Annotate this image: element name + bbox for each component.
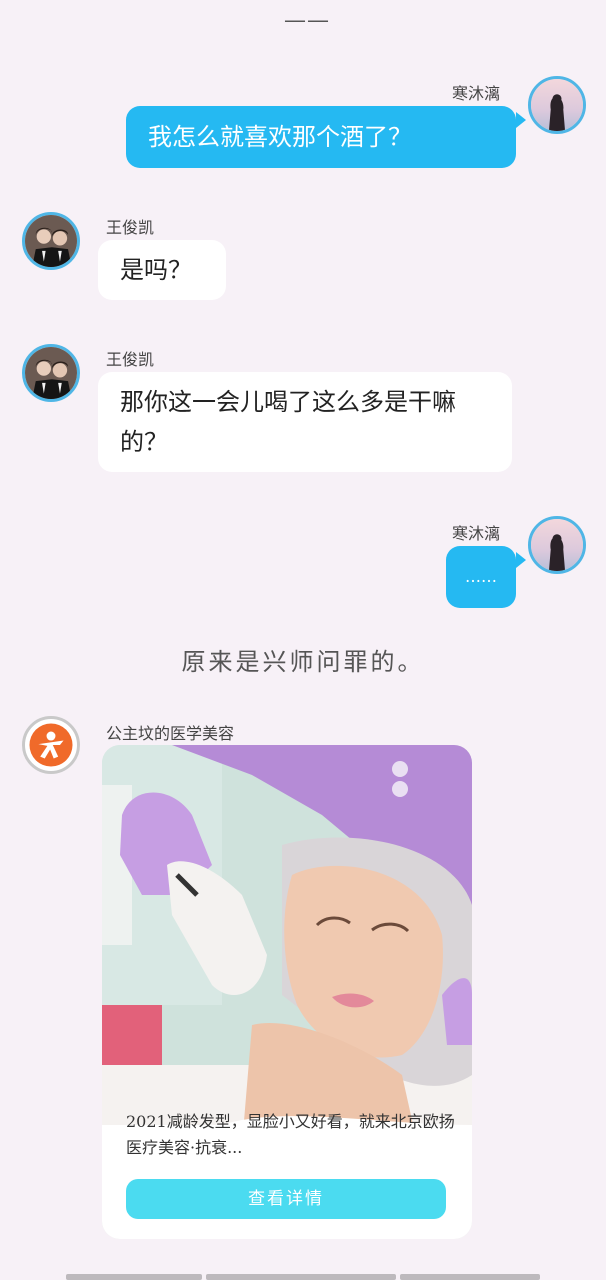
- message-bubble-other[interactable]: 那你这一会儿喝了这么多是干嘛的？: [98, 372, 512, 472]
- ad-card[interactable]: 2021减龄发型，显脸小又好看，就来北京欧扬医疗美容·抗衰... 查看详情: [102, 745, 472, 1239]
- sender-name: 王俊凯: [106, 218, 155, 237]
- sender-name: 寒沐漓: [452, 524, 501, 543]
- bubble-tail: [516, 552, 526, 568]
- view-details-button[interactable]: 查看详情: [126, 1179, 446, 1219]
- message-bubble-me[interactable]: ……: [446, 546, 516, 608]
- avatar-wangjunkai[interactable]: [22, 212, 80, 270]
- avatar-hanmuli-image: [531, 519, 583, 571]
- sender-name: 寒沐漓: [452, 84, 501, 103]
- message-bubble-me[interactable]: 我怎么就喜欢那个酒了？: [126, 106, 516, 168]
- sender-name: 公主坟的医学美容: [106, 724, 235, 743]
- ad-description: 2021减龄发型，显脸小又好看，就来北京欧扬医疗美容·抗衰...: [126, 1112, 455, 1157]
- avatar-wangjunkai-image: [25, 347, 77, 399]
- avatar-hanmuli-image: [531, 79, 583, 131]
- ad-logo-icon: [29, 723, 73, 767]
- sender-name: 王俊凯: [106, 350, 155, 369]
- top-marker: ——: [284, 8, 330, 33]
- bubble-tail: [516, 112, 526, 128]
- narration-text: 原来是兴师问罪的。: [181, 648, 425, 676]
- ad-logo-avatar[interactable]: [22, 716, 80, 774]
- ad-image: [102, 745, 472, 1239]
- bottom-toolbar: [66, 1274, 540, 1280]
- message-bubble-other[interactable]: 是吗？: [98, 240, 226, 300]
- avatar-hanmuli[interactable]: [528, 76, 586, 134]
- avatar-hanmuli[interactable]: [528, 516, 586, 574]
- avatar-wangjunkai[interactable]: [22, 344, 80, 402]
- avatar-wangjunkai-image: [25, 215, 77, 267]
